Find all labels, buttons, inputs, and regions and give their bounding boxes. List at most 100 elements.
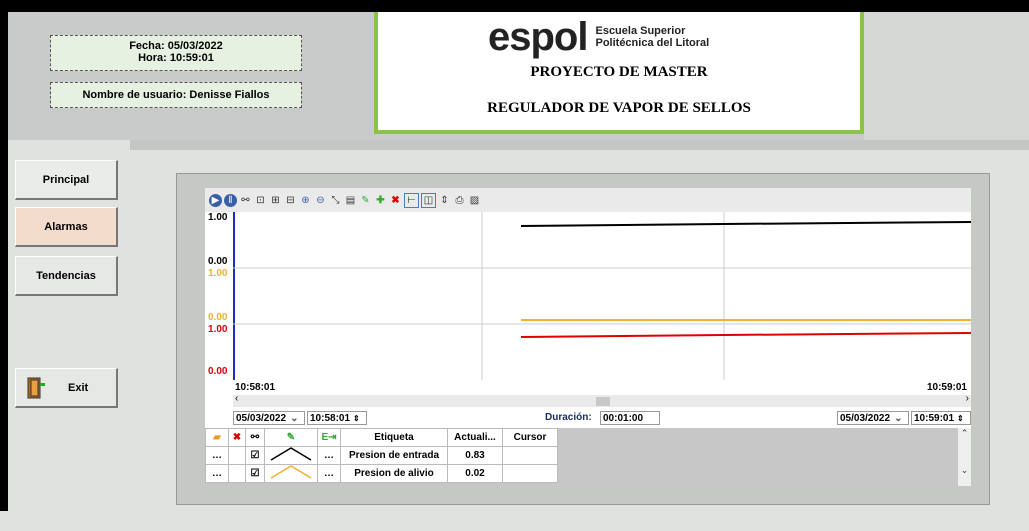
alarmas-button[interactable]: Alarmas xyxy=(15,207,118,247)
legend-table: ▰ ✖ ⚯ ✎ E⇥ Etiqueta Actuali... Cursor … … xyxy=(205,428,558,483)
row-value: 0.02 xyxy=(447,464,503,483)
start-time-picker[interactable]: 10:58:01 ⇕ xyxy=(307,411,367,425)
date-text: Fecha: 05/03/2022 xyxy=(129,40,223,52)
scroll-up-icon[interactable]: ⌃ xyxy=(958,428,971,439)
edit-icon[interactable]: ✎ xyxy=(359,194,372,207)
scroll-right-icon[interactable]: › xyxy=(966,393,969,404)
row-swatch-icon xyxy=(270,465,312,479)
row-checkbox[interactable]: ☑ xyxy=(245,446,265,465)
row-blank xyxy=(228,446,246,465)
y-axis: 1.00 0.00 1.00 0.00 1.00 0.00 xyxy=(205,212,233,380)
logo-subtitle: Escuela Superior Politécnica del Litoral xyxy=(595,25,709,49)
legend-row[interactable]: … ☑ … Presion de entrada 0.83 xyxy=(205,446,558,465)
hmi-screen: Fecha: 05/03/2022 Hora: 10:59:01 Nombre … xyxy=(0,0,1029,531)
end-date-value: 05/03/2022 xyxy=(840,412,891,424)
logo-subtitle-line1: Escuela Superior xyxy=(595,25,686,37)
visibility-icon[interactable]: ⚯ xyxy=(245,428,265,447)
zoom-time-icon[interactable]: ⊞ xyxy=(269,194,282,207)
scroll-down-icon[interactable]: ⌄ xyxy=(958,465,971,476)
stack-icon[interactable]: ⇕ xyxy=(438,194,451,207)
row-swatch xyxy=(264,446,318,465)
tendencias-button[interactable]: Tendencias xyxy=(15,256,118,296)
row-menu-button[interactable]: … xyxy=(205,446,229,465)
export-icon[interactable]: ▨ xyxy=(468,194,481,207)
zoom-value-icon[interactable]: ⊟ xyxy=(284,194,297,207)
start-time-value: 10:58:01 xyxy=(310,412,351,424)
user-text: Nombre de usuario: Denisse Fiallos xyxy=(82,89,270,101)
scrollbar-thumb[interactable] xyxy=(596,397,610,406)
spinner-icon[interactable]: ⇕ xyxy=(957,414,964,423)
start-date-value: 05/03/2022 xyxy=(236,412,287,424)
alarmas-label: Alarmas xyxy=(44,220,88,233)
row-cursor xyxy=(502,446,558,465)
y-label-6: 0.00 xyxy=(208,366,228,377)
espol-logo: espol Escuela Superior Politécnica del L… xyxy=(488,15,709,59)
duration-label: Duración: xyxy=(545,412,592,423)
pen-icon: ✎ xyxy=(264,428,318,447)
legend-row[interactable]: … ☑ … Presion de alivio 0.02 xyxy=(205,464,558,483)
scroll-left-icon[interactable]: ‹ xyxy=(235,393,238,404)
col-header-label: Etiqueta xyxy=(340,428,448,447)
remove-icon[interactable]: ✖ xyxy=(228,428,246,447)
row-value: 0.83 xyxy=(447,446,503,465)
row-label: Presion de entrada xyxy=(340,446,448,465)
exit-button[interactable]: Exit xyxy=(15,368,118,408)
start-date-picker[interactable]: 05/03/2022 ⌄ xyxy=(233,411,305,425)
row-blank xyxy=(228,464,246,483)
row-menu-button-2[interactable]: … xyxy=(317,464,341,483)
time-start-label: 10:58:01 xyxy=(235,382,276,393)
door-exit-icon xyxy=(27,377,45,398)
logo-wordmark: espol xyxy=(488,15,588,59)
folder-icon[interactable]: ▰ xyxy=(205,428,229,447)
trend-toolbar: ▶ ‖ ⚯ ⊡ ⊞ ⊟ ⊕ ⊖ ⤡ ▤ ✎ ✚ ✖ ⊢ ◫ ⇕ ⎙ ▨ xyxy=(205,188,971,212)
axis-icon[interactable]: ⤡ xyxy=(329,194,342,207)
export-row-icon[interactable]: E⇥ xyxy=(317,428,341,447)
y-label-1: 1.00 xyxy=(208,212,228,223)
spinner-icon[interactable]: ⇕ xyxy=(353,414,360,423)
logo-subtitle-line2: Politécnica del Litoral xyxy=(595,37,710,49)
end-time-picker[interactable]: 10:59:01 ⇕ xyxy=(911,411,971,425)
tendencias-label: Tendencias xyxy=(36,269,96,282)
title-panel: espol Escuela Superior Politécnica del L… xyxy=(374,12,864,134)
y-label-3: 1.00 xyxy=(208,268,228,279)
time-text: Hora: 10:59:01 xyxy=(138,52,214,64)
datetime-box: Fecha: 05/03/2022 Hora: 10:59:01 xyxy=(50,35,302,71)
zoom-out-icon[interactable]: ⊖ xyxy=(314,194,327,207)
user-box: Nombre de usuario: Denisse Fiallos xyxy=(50,82,302,108)
row-menu-button-2[interactable]: … xyxy=(317,446,341,465)
y-label-4: 0.00 xyxy=(208,312,228,323)
time-range-bar: 05/03/2022 ⌄ 10:58:01 ⇕ Duración: 00:01:… xyxy=(205,409,971,427)
bottom-strip xyxy=(0,511,1029,531)
zoom-in-icon[interactable]: ⊕ xyxy=(299,194,312,207)
row-label: Presion de alivio xyxy=(340,464,448,483)
layout-icon[interactable]: ◫ xyxy=(421,192,436,208)
exit-label: Exit xyxy=(68,381,89,394)
add-icon[interactable]: ✚ xyxy=(374,194,387,207)
trend-plot[interactable] xyxy=(233,212,971,380)
time-axis: 10:58:01 10:59:01 xyxy=(205,381,971,395)
table-icon[interactable]: ▤ xyxy=(344,194,357,207)
y-label-2: 0.00 xyxy=(208,256,228,267)
delete-icon[interactable]: ✖ xyxy=(389,194,402,207)
zoom-area-icon[interactable]: ⊡ xyxy=(254,194,267,207)
ruler-icon[interactable]: ⊢ xyxy=(404,192,419,208)
duration-field[interactable]: 00:01:00 xyxy=(600,411,660,425)
main-panel-top-strip xyxy=(130,140,1029,150)
end-date-picker[interactable]: 05/03/2022 ⌄ xyxy=(837,411,909,425)
legend-scrollbar[interactable]: ⌃ ⌄ xyxy=(958,428,971,486)
print-icon[interactable]: ⎙ xyxy=(453,194,466,207)
link-icon[interactable]: ⚯ xyxy=(239,194,252,207)
duration-value: 00:01:00 xyxy=(603,412,644,424)
play-icon[interactable]: ▶ xyxy=(209,193,222,207)
principal-button[interactable]: Principal xyxy=(15,160,118,200)
project-title: PROYECTO DE MASTER xyxy=(530,64,708,80)
row-cursor xyxy=(502,464,558,483)
col-header-actual: Actuali... xyxy=(447,428,503,447)
pause-icon[interactable]: ‖ xyxy=(224,193,237,207)
header-bar: Fecha: 05/03/2022 Hora: 10:59:01 Nombre … xyxy=(8,12,1029,140)
row-checkbox[interactable]: ☑ xyxy=(245,464,265,483)
system-title: REGULADOR DE VAPOR DE SELLOS xyxy=(487,100,751,116)
chevron-down-icon: ⌄ xyxy=(894,412,903,424)
chevron-down-icon: ⌄ xyxy=(290,412,299,424)
row-menu-button[interactable]: … xyxy=(205,464,229,483)
